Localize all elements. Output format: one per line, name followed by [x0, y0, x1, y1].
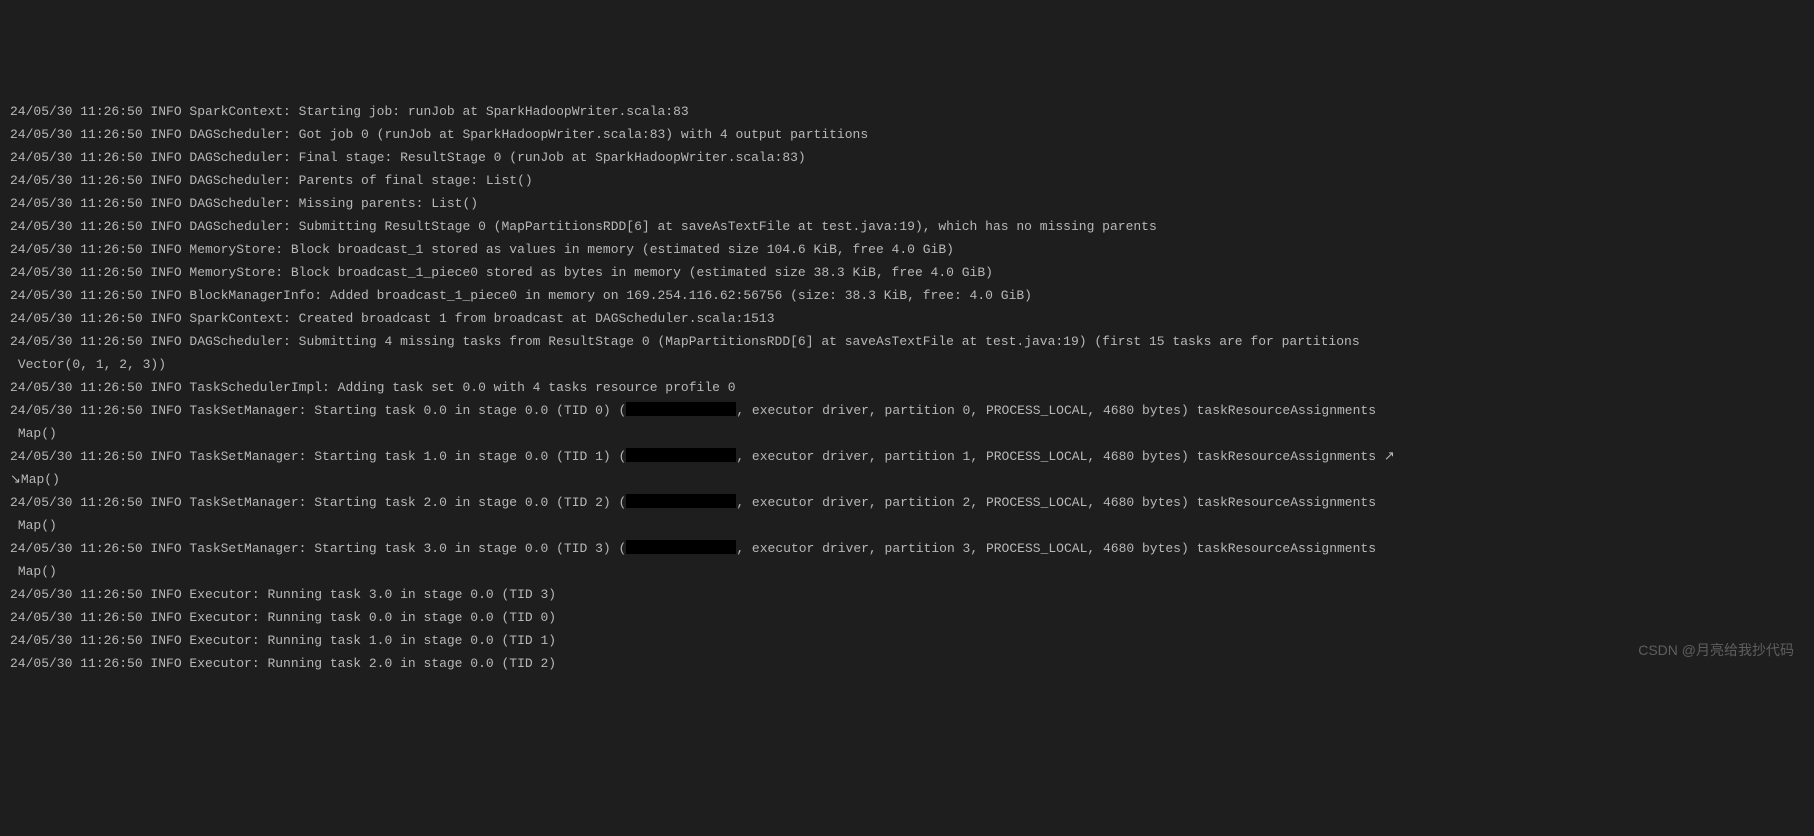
- log-line: 24/05/30 11:26:50 INFO SparkContext: Sta…: [10, 100, 1804, 123]
- log-line: 24/05/30 11:26:50 INFO Executor: Running…: [10, 629, 1804, 652]
- log-line: 24/05/30 11:26:50 INFO DAGScheduler: Fin…: [10, 146, 1804, 169]
- watermark-text: CSDN @月亮给我抄代码: [1638, 639, 1794, 662]
- log-line: 24/05/30 11:26:50 INFO Executor: Running…: [10, 652, 1804, 675]
- log-line: 24/05/30 11:26:50 INFO DAGScheduler: Par…: [10, 169, 1804, 192]
- log-line: 24/05/30 11:26:50 INFO Executor: Running…: [10, 606, 1804, 629]
- log-line: 24/05/30 11:26:50 INFO TaskSchedulerImpl…: [10, 376, 1804, 399]
- log-line: 24/05/30 11:26:50 INFO MemoryStore: Bloc…: [10, 238, 1804, 261]
- log-line: 24/05/30 11:26:50 INFO Executor: Running…: [10, 583, 1804, 606]
- terminal-log-output[interactable]: 24/05/30 11:26:50 INFO SparkContext: Sta…: [10, 100, 1804, 675]
- log-line: 24/05/30 11:26:50 INFO DAGScheduler: Sub…: [10, 330, 1804, 376]
- log-line: 24/05/30 11:26:50 INFO DAGScheduler: Mis…: [10, 192, 1804, 215]
- redacted-block: [626, 448, 736, 462]
- log-line-redacted: 24/05/30 11:26:50 INFO TaskSetManager: S…: [10, 537, 1804, 583]
- log-line: 24/05/30 11:26:50 INFO MemoryStore: Bloc…: [10, 261, 1804, 284]
- log-line-redacted: 24/05/30 11:26:50 INFO TaskSetManager: S…: [10, 445, 1804, 491]
- log-line: 24/05/30 11:26:50 INFO BlockManagerInfo:…: [10, 284, 1804, 307]
- log-line-redacted: 24/05/30 11:26:50 INFO TaskSetManager: S…: [10, 491, 1804, 537]
- log-line: 24/05/30 11:26:50 INFO DAGScheduler: Got…: [10, 123, 1804, 146]
- redacted-block: [626, 494, 736, 508]
- log-line: 24/05/30 11:26:50 INFO DAGScheduler: Sub…: [10, 215, 1804, 238]
- redacted-block: [626, 402, 736, 416]
- log-line-redacted: 24/05/30 11:26:50 INFO TaskSetManager: S…: [10, 399, 1804, 445]
- redacted-block: [626, 540, 736, 554]
- log-line: 24/05/30 11:26:50 INFO SparkContext: Cre…: [10, 307, 1804, 330]
